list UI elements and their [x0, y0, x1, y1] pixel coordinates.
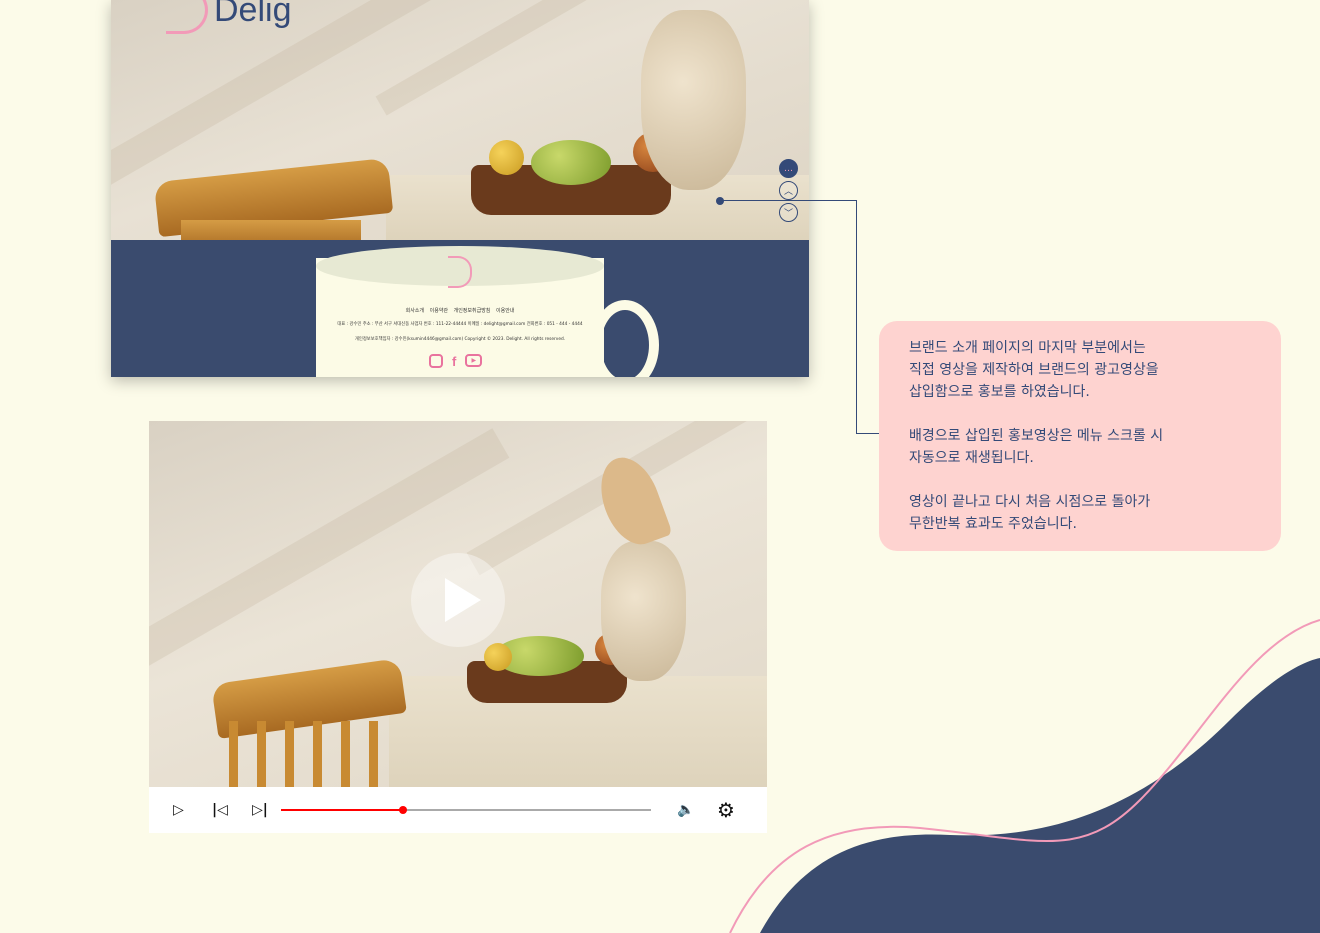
play-icon[interactable]: ▷ — [173, 802, 184, 818]
instagram-icon[interactable] — [429, 354, 443, 368]
footer-logo — [448, 256, 472, 288]
description-note: 브랜드 소개 페이지의 마지막 부분에서는 직접 영상을 제작하여 브랜드의 광… — [879, 321, 1281, 551]
progress-fill — [281, 809, 404, 811]
video-frame[interactable] — [149, 421, 767, 787]
chat-icon[interactable]: … — [779, 159, 798, 178]
volume-icon[interactable]: 🔈 — [677, 802, 694, 818]
connector-dot — [716, 197, 724, 205]
footer-info: 대표 : 강수민 주소 : 부산 서구 서대신동 사업자 번호 : 111-22… — [337, 322, 583, 327]
play-overlay-button[interactable] — [411, 553, 505, 647]
site-footer: 회사소개 이용약관 개인정보취급방침 이용안내 대표 : 강수민 주소 : 부산… — [111, 240, 809, 377]
video-player: ▷ |◁ ▷| 🔈 ⚙ — [149, 421, 767, 833]
connector-line — [856, 200, 857, 433]
logo-mark — [166, 0, 208, 34]
skip-back-icon[interactable]: |◁ — [212, 802, 228, 818]
footer-link-about[interactable]: 회사소개 — [406, 308, 424, 314]
connector-line — [720, 200, 857, 201]
website-screenshot: Delig … ︿ ﹀ 회사소개 이용약관 개인정보취급방침 이용안내 대표 :… — [111, 0, 809, 377]
footer-link-guide[interactable]: 이용안내 — [496, 308, 514, 314]
skip-forward-icon[interactable]: ▷| — [252, 802, 268, 818]
footer-nav: 회사소개 이용약관 개인정보취급방침 이용안내 — [316, 307, 604, 314]
note-paragraph: 브랜드 소개 페이지의 마지막 부분에서는 직접 영상을 제작하여 브랜드의 광… — [909, 340, 1159, 400]
play-icon — [445, 578, 481, 622]
video-controls: ▷ |◁ ▷| 🔈 ⚙ — [149, 787, 767, 833]
scroll-down-icon[interactable]: ﹀ — [779, 203, 798, 222]
progress-slider[interactable] — [281, 806, 651, 814]
progress-knob[interactable] — [399, 806, 408, 814]
footer-copyright: 개인정보보호책임자 : 강수민(ksumin4446@gmail.com) Co… — [354, 337, 566, 342]
settings-gear-icon[interactable]: ⚙ — [717, 798, 735, 822]
note-paragraph: 영상이 끝나고 다시 처음 시점으로 돌아가 무한반복 효과도 주었습니다. — [909, 494, 1151, 532]
footer-link-terms[interactable]: 이용약관 — [430, 308, 448, 314]
scroll-up-icon[interactable]: ︿ — [779, 181, 798, 200]
connector-line — [856, 433, 880, 434]
hero-video-background: Delig … ︿ ﹀ — [111, 0, 809, 240]
brand-logo[interactable]: Delig — [166, 0, 291, 34]
logo-text: Delig — [214, 0, 292, 29]
footer-link-privacy[interactable]: 개인정보취급방침 — [454, 308, 491, 314]
youtube-icon[interactable]: ▶ — [465, 354, 483, 367]
facebook-icon[interactable]: f — [452, 354, 456, 369]
note-paragraph: 배경으로 삽입된 홍보영상은 메뉴 스크롤 시 자동으로 재생됩니다. — [909, 428, 1164, 466]
